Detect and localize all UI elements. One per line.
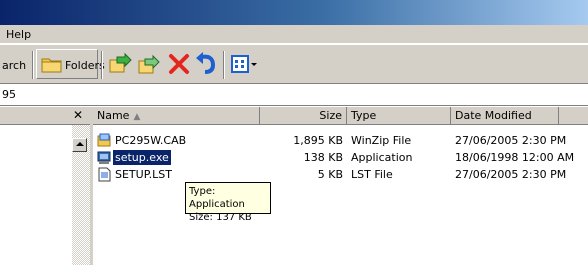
file-size: 5 KB — [317, 168, 343, 181]
address-bar[interactable]: 95 — [0, 84, 588, 106]
file-type: Application — [351, 151, 413, 164]
file-list: Name ▲ Size Type Date Modified PC295W.CAB… — [93, 107, 588, 265]
views-button[interactable] — [229, 51, 259, 77]
file-date: 27/06/2005 2:30 PM — [455, 134, 567, 147]
toolbar-separator — [223, 51, 225, 79]
search-button-label[interactable]: arch — [2, 59, 26, 72]
column-name[interactable]: Name ▲ — [93, 107, 260, 125]
address-text: 95 — [2, 88, 16, 101]
undo-button[interactable] — [193, 51, 219, 77]
move-to-button[interactable] — [107, 51, 133, 77]
file-name[interactable]: PC295W.CAB — [113, 133, 188, 148]
column-filler — [559, 107, 588, 125]
sort-ascending-icon: ▲ — [133, 112, 141, 122]
menu-bar: Help — [0, 25, 588, 44]
file-tooltip: Type: Application Size: 137 KB — [185, 182, 271, 223]
table-row[interactable]: PC295W.CAB 1,895 KB WinZip File 27/06/20… — [93, 133, 588, 148]
tooltip-type: Type: Application — [189, 186, 245, 210]
copy-to-icon — [138, 54, 160, 74]
table-row[interactable]: setup.exe 138 KB Application 18/06/1998 … — [93, 149, 588, 166]
file-type: WinZip File — [351, 134, 412, 147]
file-date: 18/06/1998 12:00 AM — [455, 151, 575, 164]
copy-to-button[interactable] — [136, 51, 162, 77]
scroll-up-button[interactable] — [72, 138, 87, 152]
column-type[interactable]: Type — [347, 107, 451, 125]
table-row[interactable]: SETUP.LST 5 KB LST File 27/06/2005 2:30 … — [93, 167, 588, 182]
column-size[interactable]: Size — [260, 107, 347, 125]
text-file-icon — [98, 167, 111, 182]
column-label: Size — [319, 109, 342, 122]
column-label: Type — [351, 109, 377, 122]
file-date: 27/06/2005 2:30 PM — [455, 168, 567, 181]
cab-file-icon — [97, 133, 111, 147]
title-bar — [0, 0, 588, 25]
folder-icon — [41, 58, 62, 73]
delete-button[interactable] — [166, 51, 192, 77]
setup-exe-icon — [97, 151, 111, 164]
undo-icon — [196, 52, 216, 74]
tooltip-size: Size: 137 KB — [189, 212, 252, 223]
column-label: Date Modified — [455, 109, 532, 122]
folders-button[interactable]: Folders — [36, 49, 105, 79]
column-date-modified[interactable]: Date Modified — [451, 107, 559, 125]
file-size: 1,895 KB — [293, 134, 343, 147]
file-name[interactable]: setup.exe — [112, 149, 172, 166]
delete-icon — [169, 54, 189, 74]
toolbar-separator — [101, 51, 103, 79]
folders-pane: ✕ — [0, 107, 90, 265]
close-icon[interactable]: ✕ — [73, 108, 83, 122]
file-name[interactable]: SETUP.LST — [113, 167, 174, 182]
list-header: Name ▲ Size Type Date Modified — [93, 107, 588, 125]
column-label: Name — [97, 109, 130, 122]
toolbar-separator — [32, 51, 34, 79]
file-type: LST File — [351, 168, 393, 181]
folders-label: Folders — [65, 59, 105, 72]
menu-help[interactable]: Help — [6, 28, 31, 41]
move-to-icon — [109, 52, 132, 73]
folders-pane-header: ✕ — [0, 107, 90, 125]
file-size: 138 KB — [303, 151, 343, 164]
views-icon — [231, 55, 257, 73]
toolbar: arch Folders — [0, 44, 588, 84]
